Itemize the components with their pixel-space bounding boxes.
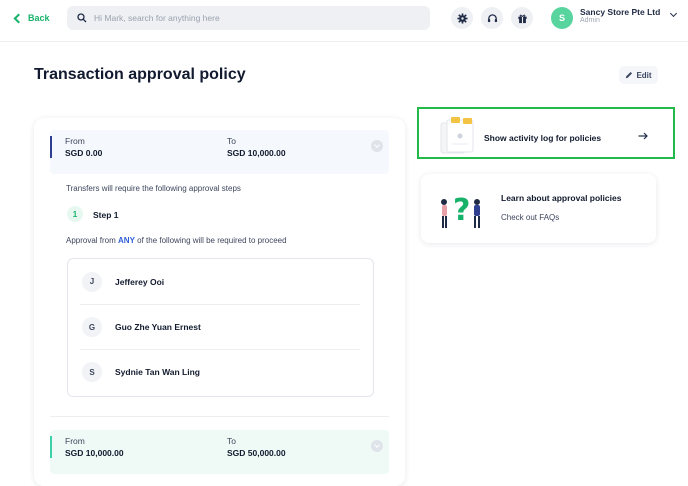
- approver-name: Jefferey Ooi: [115, 276, 165, 287]
- org-role: Admin: [580, 17, 600, 25]
- approver-row: S Sydnie Tan Wan Ling: [80, 349, 360, 394]
- documents-icon: [440, 117, 474, 154]
- activity-log-label: Show activity log for policies: [484, 133, 602, 143]
- support-button[interactable]: [481, 7, 503, 29]
- gift-icon: [517, 14, 527, 23]
- top-bar: Back S San: [0, 0, 688, 42]
- from-label: From: [65, 436, 85, 446]
- range-indicator: [50, 136, 52, 158]
- approval-suffix: of the following will be required to pro…: [134, 236, 287, 245]
- approver-avatar: S: [82, 362, 102, 382]
- to-label: To: [227, 436, 236, 446]
- headset-icon: [487, 13, 497, 22]
- from-value: SGD 0.00: [65, 148, 103, 158]
- approvers-list: J Jefferey Ooi G Guo Zhe Yuan Ernest S S…: [67, 258, 374, 397]
- org-avatar[interactable]: S: [551, 7, 573, 29]
- search-icon: [77, 13, 87, 23]
- learn-approval-card[interactable]: ? Learn about approval policies Check ou…: [421, 174, 656, 243]
- chevron-down-icon[interactable]: [669, 9, 678, 18]
- approver-row: J Jefferey Ooi: [80, 259, 360, 304]
- from-value: SGD 10,000.00: [65, 448, 124, 458]
- approval-any: ANY: [118, 236, 135, 245]
- collapse-toggle-icon[interactable]: [371, 440, 383, 452]
- amount-range-2[interactable]: From SGD 10,000.00 To SGD 50,000.00: [50, 430, 389, 474]
- to-value: SGD 10,000.00: [227, 148, 286, 158]
- divider: [50, 416, 389, 417]
- approval-rule: Approval from ANY of the following will …: [66, 236, 287, 245]
- gear-icon: [456, 12, 468, 24]
- org-switcher[interactable]: Sancy Store Pte Ltd Admin: [580, 7, 661, 25]
- to-label: To: [227, 136, 236, 146]
- edit-button[interactable]: Edit: [619, 66, 658, 84]
- pencil-icon: [626, 71, 633, 79]
- approver-avatar: G: [82, 317, 102, 337]
- learn-title: Learn about approval policies: [501, 193, 622, 203]
- approver-name: Sydnie Tan Wan Ling: [115, 367, 200, 377]
- arrow-right-icon: [638, 132, 648, 140]
- back-button[interactable]: Back: [12, 10, 50, 26]
- approver-name: Guo Zhe Yuan Ernest: [115, 322, 201, 332]
- faq-illustration-icon: ?: [441, 193, 480, 228]
- search-input[interactable]: [94, 13, 414, 23]
- edit-label: Edit: [636, 70, 652, 80]
- range-indicator: [50, 436, 52, 458]
- gift-button[interactable]: [511, 7, 533, 29]
- settings-button[interactable]: [451, 7, 473, 29]
- step-label: Step 1: [93, 210, 119, 220]
- svg-text:?: ?: [453, 193, 470, 228]
- faq-link[interactable]: Check out FAQs: [501, 213, 559, 222]
- policy-card: From SGD 0.00 To SGD 10,000.00 Transfers…: [34, 118, 405, 486]
- search-bar[interactable]: [67, 6, 430, 30]
- org-name: Sancy Store Pte Ltd: [580, 7, 661, 17]
- collapse-toggle-icon[interactable]: [371, 140, 383, 152]
- back-label: Back: [28, 13, 50, 23]
- page-title: Transaction approval policy: [34, 66, 246, 83]
- approver-row: G Guo Zhe Yuan Ernest: [80, 304, 360, 349]
- from-label: From: [65, 136, 85, 146]
- steps-intro: Transfers will require the following app…: [66, 184, 241, 193]
- chevron-left-icon: [13, 13, 24, 23]
- step-number: 1: [67, 206, 83, 222]
- approver-avatar: J: [82, 271, 102, 292]
- amount-range-1[interactable]: From SGD 0.00 To SGD 10,000.00: [50, 130, 389, 174]
- to-value: SGD 50,000.00: [227, 448, 286, 458]
- approval-prefix: Approval from: [66, 236, 119, 245]
- activity-log-card[interactable]: Show activity log for policies: [417, 107, 675, 159]
